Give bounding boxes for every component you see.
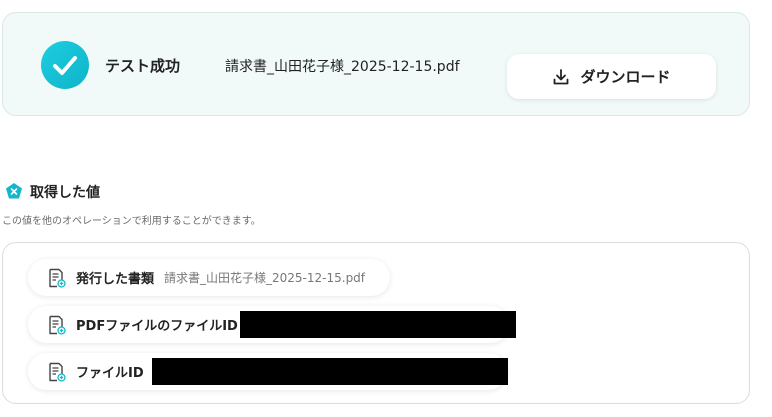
section-title: 取得した値 [30, 185, 100, 201]
value-item-issued-document[interactable]: 発行した書類 請求書_山田花子様_2025-12-15.pdf [28, 259, 390, 296]
redacted-value [239, 311, 516, 338]
yoom-logo-icon [6, 183, 22, 199]
success-check-icon [41, 41, 89, 89]
section-description: この値を他のオペレーションで利用することができます。 [2, 216, 261, 227]
status-label: テスト成功 [105, 57, 181, 75]
document-icon [49, 315, 66, 335]
test-result-card: テスト成功 請求書_山田花子様_2025-12-15.pdf ダウンロード [2, 12, 750, 116]
result-file-name: 請求書_山田花子様_2025-12-15.pdf [225, 59, 460, 75]
value-item-pdf-file-id[interactable]: PDFファイルのファイルID [28, 306, 516, 343]
download-icon [554, 68, 569, 84]
document-icon [49, 268, 66, 288]
value-label: ファイルID [76, 366, 144, 381]
download-button[interactable]: ダウンロード [507, 54, 716, 99]
value-item-file-id[interactable]: ファイルID [28, 353, 508, 390]
document-icon [49, 362, 66, 382]
value-text: 請求書_山田花子様_2025-12-15.pdf [164, 271, 366, 285]
value-label: 発行した書類 [76, 272, 155, 287]
redacted-value [151, 358, 508, 385]
value-label: PDFファイルのファイルID [76, 319, 238, 334]
download-label: ダウンロード [580, 68, 671, 86]
